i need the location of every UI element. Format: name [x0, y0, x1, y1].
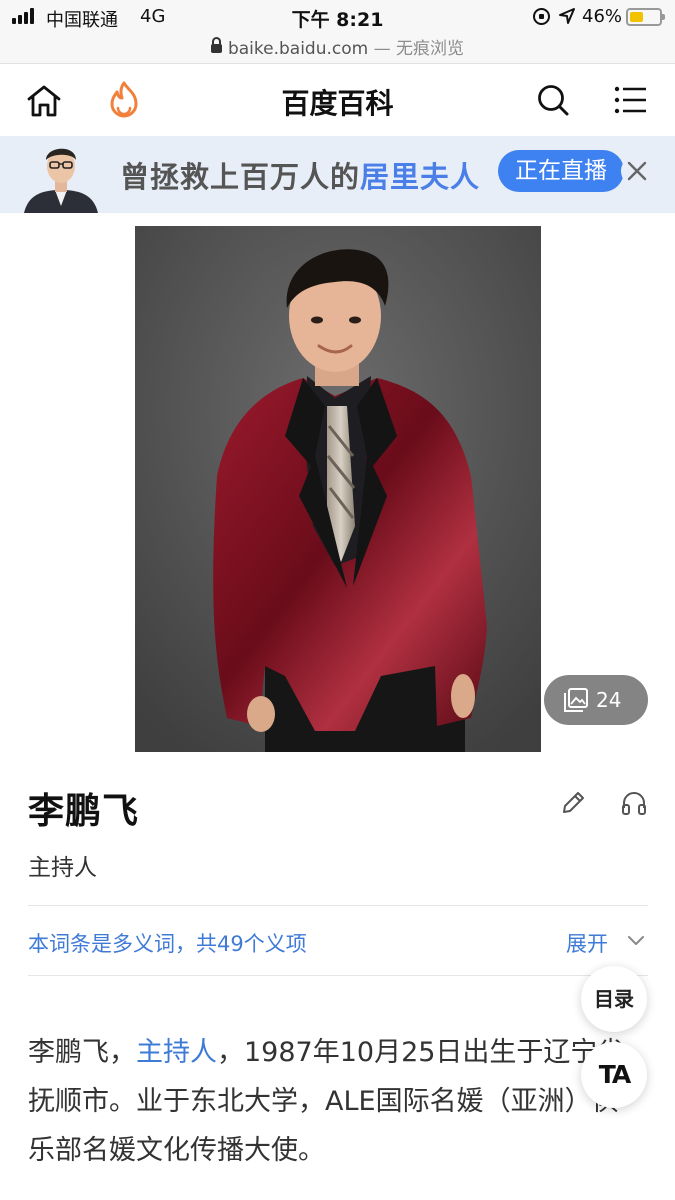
banner-highlight: 居里夫人	[360, 160, 481, 194]
polysemy-link[interactable]: 本词条是多义词，共49个义项	[28, 928, 307, 958]
top-nav: 百度百科	[0, 64, 675, 136]
entry-summary: 李鹏飞，主持人，1987年10月25日出生于辽宁省抚顺市。业于东北大学，ALE国…	[28, 1028, 644, 1175]
gallery-count: 24	[596, 688, 622, 712]
menu-icon[interactable]	[614, 86, 648, 114]
banner-text: 曾拯救上百万人的	[120, 160, 361, 194]
address-bar[interactable]: baike.baidu.com — 无痕浏览	[0, 34, 675, 64]
live-banner[interactable]: 曾拯救上百万人的居里夫人 正在直播	[0, 136, 675, 213]
expand-button[interactable]: 展开	[566, 928, 608, 958]
chevron-down-icon[interactable]	[626, 932, 646, 948]
divider	[28, 975, 648, 976]
portrait-photo[interactable]	[135, 226, 541, 752]
font-size-button[interactable]: TA	[581, 1042, 647, 1108]
entry-subtitle: 主持人	[28, 855, 97, 881]
summary-text: 李鹏飞，	[28, 1037, 136, 1068]
presenter-avatar	[24, 148, 98, 213]
host-link[interactable]: 主持人	[136, 1037, 217, 1068]
page-title: 百度百科	[281, 87, 394, 120]
battery-icon	[626, 8, 665, 26]
padlock-icon	[210, 37, 222, 53]
divider	[28, 905, 648, 906]
portrait-illustration	[135, 226, 541, 752]
live-now-button[interactable]: 正在直播	[498, 150, 624, 192]
battery-percent: 46%	[582, 6, 623, 27]
gallery-count-button[interactable]: 24	[544, 675, 648, 725]
status-bar: 中国联通 4G 下午 8:21 46%	[0, 0, 675, 34]
private-mode-label: — 无痕浏览	[373, 39, 465, 59]
search-icon[interactable]	[536, 83, 570, 117]
banner-headline[interactable]: 曾拯救上百万人的居里夫人	[120, 154, 480, 196]
close-icon[interactable]	[620, 154, 654, 188]
location-arrow-icon	[559, 8, 575, 24]
entry-name: 李鹏飞	[28, 791, 140, 832]
headphones-icon[interactable]	[620, 790, 648, 816]
edit-icon[interactable]	[560, 790, 586, 816]
rotation-lock-icon	[533, 8, 550, 25]
url-text: baike.baidu.com	[227, 39, 369, 59]
gallery-icon	[564, 688, 588, 712]
toc-button[interactable]: 目录	[581, 966, 647, 1032]
